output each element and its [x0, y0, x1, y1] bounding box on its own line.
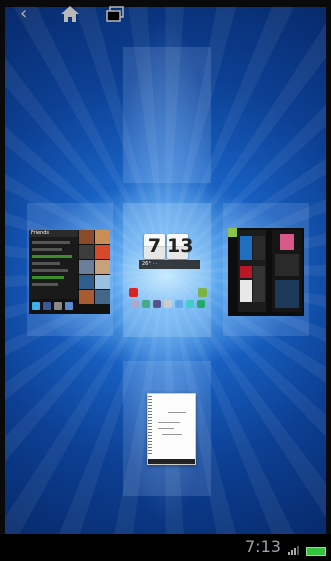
social-header: Friends: [29, 230, 78, 237]
back-button[interactable]: ‹: [20, 4, 36, 23]
memo-text-line: [168, 412, 186, 413]
status-clock: 7:13: [245, 537, 281, 556]
device-frame-left: [0, 0, 5, 561]
album-cover: [253, 266, 265, 302]
device-frame-right: [326, 0, 331, 561]
app-icon: [186, 300, 194, 308]
recent-apps-icon: [106, 6, 124, 22]
app-icon: [164, 300, 172, 308]
album-cover: [240, 236, 252, 260]
home-icon: [61, 6, 79, 22]
memo-footer: [148, 459, 195, 464]
social-page-thumbnail[interactable]: Friends: [29, 230, 110, 314]
facebook-icon: [43, 302, 51, 310]
album-cover: [240, 280, 252, 302]
memo-text-line: [162, 434, 182, 435]
app-icons-row-2: [129, 300, 207, 308]
notebook-spiral: [148, 396, 152, 456]
memo-text-line: [158, 428, 174, 429]
app-icon: [129, 288, 138, 297]
app-icon: [146, 288, 155, 297]
app-icon: [197, 300, 205, 308]
app-icon: [164, 288, 173, 297]
player-controls: [275, 280, 299, 308]
flip-clock-widget: 7 13: [144, 234, 194, 259]
clock-minute: 13: [167, 234, 194, 259]
signal-strength-icon: [288, 546, 299, 555]
social-feed: [29, 237, 78, 299]
twitter-icon: [32, 302, 40, 310]
recent-apps-button[interactable]: [106, 4, 124, 23]
app-icon: [131, 300, 139, 308]
system-navigation-bar: [0, 534, 331, 561]
app-icon: [153, 300, 161, 308]
app-icons-row-1: [129, 288, 207, 297]
recent-apps-screen: Friends 7 13 26° · · ‹ 7:13: [0, 0, 331, 561]
social-app-icons: [29, 299, 81, 314]
app-icon: [142, 300, 150, 308]
home-page-thumbnail[interactable]: 7 13 26° · ·: [129, 230, 207, 320]
device-frame-top: [0, 0, 331, 7]
empty-page-slot-top[interactable]: [123, 47, 211, 183]
album-cover: [253, 236, 265, 260]
app-icon: [54, 302, 62, 310]
now-playing-info: [275, 254, 299, 276]
memo-page-thumbnail[interactable]: [147, 393, 196, 465]
app-icon: [65, 302, 73, 310]
media-page-thumbnail[interactable]: [228, 228, 304, 316]
home-button[interactable]: [60, 4, 80, 23]
battery-icon: [306, 547, 326, 556]
app-icon: [181, 288, 190, 297]
album-cover: [228, 228, 237, 237]
photo-grid: [79, 230, 110, 314]
clock-hour: 7: [144, 234, 165, 259]
memo-text-line: [158, 422, 180, 423]
album-cover: [240, 266, 252, 278]
now-playing-art: [280, 234, 294, 250]
weather-strip: 26° · ·: [139, 260, 200, 269]
app-icon: [198, 288, 207, 297]
app-icon: [175, 300, 183, 308]
